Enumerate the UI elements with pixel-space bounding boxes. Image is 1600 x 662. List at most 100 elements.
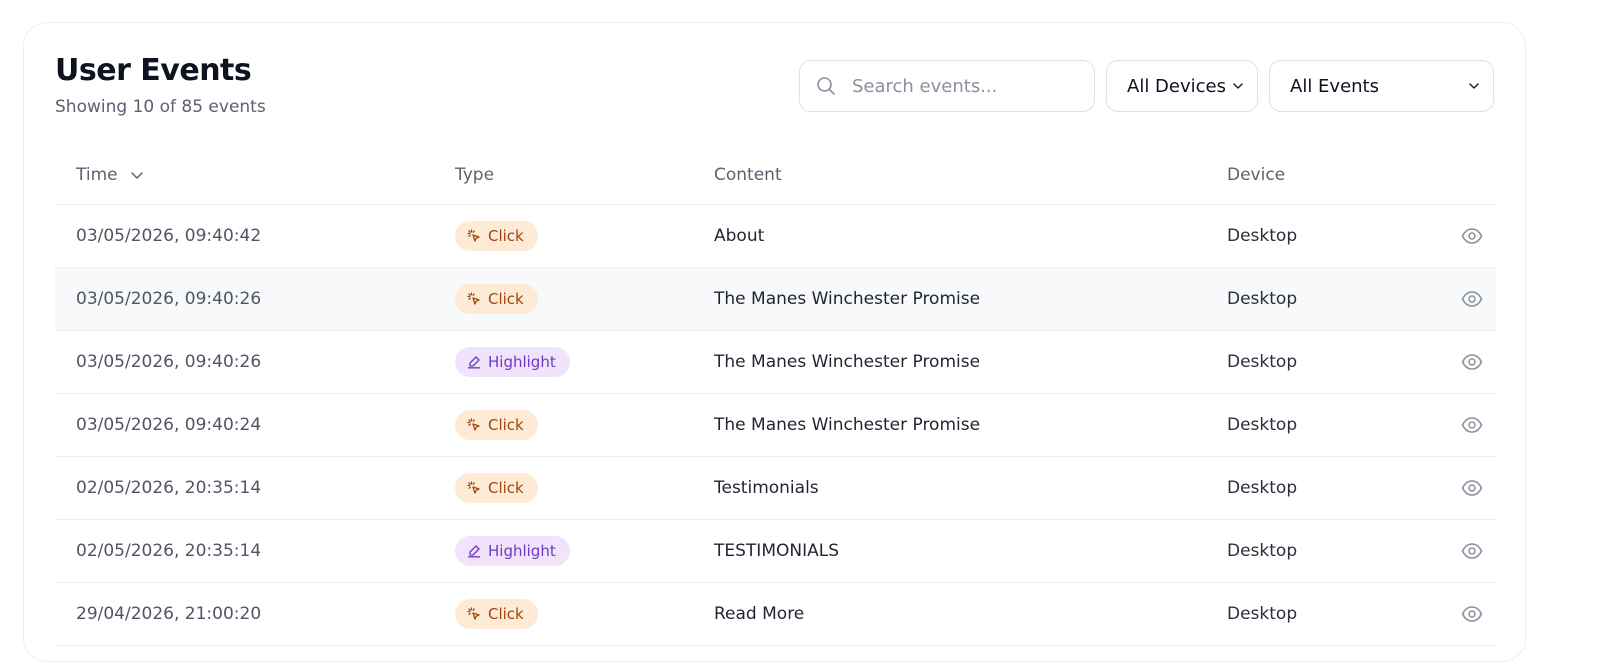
event-time: 03/05/2026, 09:40:24 — [76, 415, 262, 435]
pointer-click-icon — [467, 292, 480, 305]
eye-icon[interactable] — [1461, 414, 1483, 436]
view-event-button[interactable] — [1447, 225, 1496, 247]
cell-device: Desktop — [1227, 541, 1447, 561]
cell-time: 29/04/2026, 21:00:20 — [55, 604, 455, 624]
event-device: Desktop — [1227, 541, 1298, 561]
pointer-click-icon — [467, 607, 480, 620]
pointer-click-icon — [467, 481, 480, 494]
cell-device: Desktop — [1227, 415, 1447, 435]
event-filter-select[interactable]: All Events — [1269, 60, 1494, 112]
event-type-label: Click — [488, 479, 524, 497]
events-table: Time Type Content Device 03/05/2026, 09:… — [55, 145, 1496, 646]
search-box[interactable] — [799, 60, 1095, 112]
search-input[interactable] — [852, 75, 1072, 97]
table-row[interactable]: 03/05/2026, 09:40:26 Highlight The Manes W… — [55, 331, 1496, 394]
event-time: 29/04/2026, 21:00:20 — [76, 604, 262, 624]
event-type-label: Click — [488, 605, 524, 623]
event-type-label: Click — [488, 416, 524, 434]
event-type-badge: Click — [455, 221, 538, 251]
pointer-click-icon — [467, 418, 480, 431]
cell-time: 02/05/2026, 20:35:14 — [55, 541, 455, 561]
table-row[interactable]: 02/05/2026, 20:35:14 Highlight TESTIMONIAL… — [55, 520, 1496, 583]
table-row[interactable]: 03/05/2026, 09:40:42 Click About Desktop — [55, 205, 1496, 268]
cell-content: Read More — [714, 604, 1227, 624]
view-event-button[interactable] — [1447, 288, 1496, 310]
table-header: Time Type Content Device — [55, 145, 1496, 205]
event-device: Desktop — [1227, 415, 1298, 435]
table-row[interactable]: 03/05/2026, 09:40:26 Click The Manes Winch… — [55, 268, 1496, 331]
event-device: Desktop — [1227, 478, 1298, 498]
cell-type: Highlight — [455, 536, 714, 566]
event-content: The Manes Winchester Promise — [714, 415, 981, 435]
cell-type: Highlight — [455, 347, 714, 377]
view-event-button[interactable] — [1447, 540, 1496, 562]
event-device: Desktop — [1227, 289, 1298, 309]
table-body: 03/05/2026, 09:40:42 Click About Desktop 03/… — [55, 205, 1496, 646]
cell-device: Desktop — [1227, 226, 1447, 246]
cell-content: The Manes Winchester Promise — [714, 352, 1227, 372]
chevron-down-icon — [1469, 83, 1479, 89]
view-event-button[interactable] — [1447, 414, 1496, 436]
event-type-badge: Click — [455, 284, 538, 314]
eye-icon[interactable] — [1461, 288, 1483, 310]
eye-icon[interactable] — [1461, 225, 1483, 247]
event-type-badge: Click — [455, 599, 538, 629]
highlighter-icon — [467, 356, 481, 369]
eye-icon[interactable] — [1461, 351, 1483, 373]
chevron-down-icon — [1233, 83, 1243, 89]
search-icon — [817, 77, 835, 95]
cell-content: About — [714, 226, 1227, 246]
cell-time: 03/05/2026, 09:40:26 — [55, 352, 455, 372]
event-type-label: Highlight — [488, 353, 556, 371]
view-event-button[interactable] — [1447, 477, 1496, 499]
column-header-type: Type — [455, 164, 495, 185]
cell-device: Desktop — [1227, 352, 1447, 372]
filter-controls: All Devices All Events — [799, 60, 1494, 112]
cell-type: Click — [455, 473, 714, 503]
event-type-badge: Click — [455, 473, 538, 503]
cell-type: Click — [455, 410, 714, 440]
view-event-button[interactable] — [1447, 603, 1496, 625]
event-content: Read More — [714, 604, 805, 624]
cell-device: Desktop — [1227, 478, 1447, 498]
event-content: Testimonials — [714, 478, 819, 498]
sort-chevron-down-icon[interactable] — [130, 168, 144, 182]
highlighter-icon — [467, 545, 481, 558]
cell-time: 03/05/2026, 09:40:24 — [55, 415, 455, 435]
cell-type: Click — [455, 284, 714, 314]
event-time: 02/05/2026, 20:35:14 — [76, 478, 262, 498]
event-content: TESTIMONIALS — [714, 541, 839, 561]
event-type-badge: Highlight — [455, 347, 570, 377]
page-title: User Events — [55, 53, 252, 88]
eye-icon[interactable] — [1461, 603, 1483, 625]
table-row[interactable]: 03/05/2026, 09:40:24 Click The Manes Winch… — [55, 394, 1496, 457]
cell-time: 02/05/2026, 20:35:14 — [55, 478, 455, 498]
cell-type: Click — [455, 599, 714, 629]
event-type-label: Click — [488, 227, 524, 245]
event-time: 03/05/2026, 09:40:42 — [76, 226, 262, 246]
pointer-click-icon — [467, 229, 480, 242]
cell-time: 03/05/2026, 09:40:26 — [55, 289, 455, 309]
column-time-label: Time — [76, 164, 118, 185]
event-filter-value: All Events — [1290, 75, 1379, 97]
column-header-time[interactable]: Time — [55, 165, 455, 185]
column-header-device: Device — [1227, 164, 1286, 185]
cell-content: The Manes Winchester Promise — [714, 415, 1227, 435]
table-row[interactable]: 29/04/2026, 21:00:20 Click Read More Deskto… — [55, 583, 1496, 646]
eye-icon[interactable] — [1461, 540, 1483, 562]
event-content: The Manes Winchester Promise — [714, 289, 981, 309]
event-device: Desktop — [1227, 226, 1298, 246]
cell-content: The Manes Winchester Promise — [714, 289, 1227, 309]
table-row[interactable]: 02/05/2026, 20:35:14 Click Testimonials Des… — [55, 457, 1496, 520]
event-type-label: Click — [488, 290, 524, 308]
cell-content: TESTIMONIALS — [714, 541, 1227, 561]
cell-type: Click — [455, 221, 714, 251]
event-type-badge: Click — [455, 410, 538, 440]
device-filter-select[interactable]: All Devices — [1106, 60, 1258, 112]
event-type-label: Highlight — [488, 542, 556, 560]
event-content: The Manes Winchester Promise — [714, 352, 981, 372]
view-event-button[interactable] — [1447, 351, 1496, 373]
device-filter-value: All Devices — [1127, 75, 1226, 97]
event-device: Desktop — [1227, 352, 1298, 372]
eye-icon[interactable] — [1461, 477, 1483, 499]
